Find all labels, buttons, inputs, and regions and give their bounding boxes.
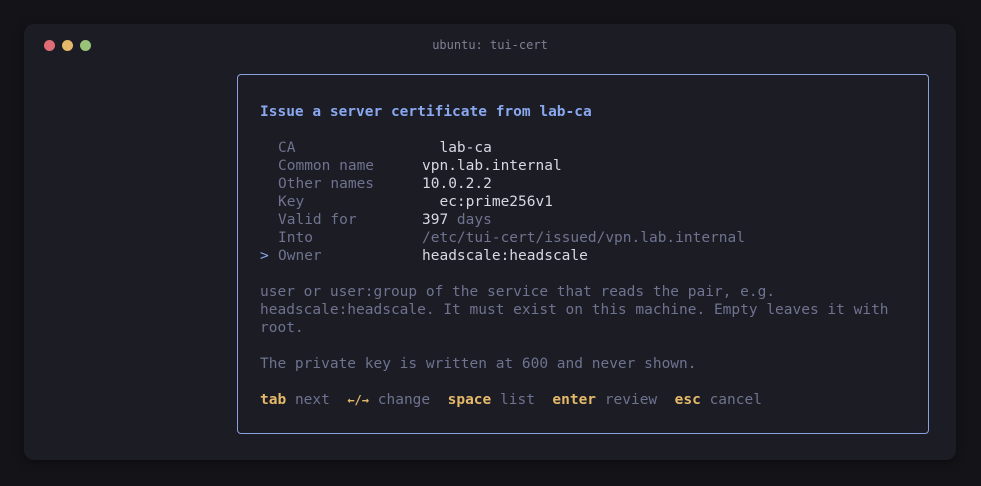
help-text-line: user or user:group of the service that r… <box>260 284 776 300</box>
field-label: Common name <box>278 158 375 174</box>
window-title: ubuntu: tui-cert <box>432 38 548 52</box>
help-text-line: root. <box>260 320 304 336</box>
field-label: Key <box>278 194 305 210</box>
field-owner[interactable]: > Owner headscale:headscale <box>260 247 588 265</box>
key-desc: change <box>377 392 431 408</box>
field-valid-for[interactable]: Valid for 397 days <box>260 211 492 229</box>
terminal-window: ubuntu: tui-cert Issue a server certific… <box>24 24 956 460</box>
key-space: space <box>447 392 492 408</box>
selection-cursor: > <box>260 248 278 264</box>
private-key-note: The private key is written at 600 and ne… <box>260 356 697 372</box>
key-arrows: ←/→ <box>347 393 370 407</box>
key-hints-bar: tab next ←/→ change space list enter rev… <box>260 391 762 409</box>
issue-certificate-dialog: Issue a server certificate from lab-ca C… <box>237 74 929 434</box>
help-text-line: headscale:headscale. It must exist on th… <box>260 302 889 318</box>
field-unit: days <box>448 212 492 228</box>
key-desc: list <box>500 392 535 408</box>
key-desc: next <box>294 392 330 408</box>
field-value: 397 <box>422 212 449 228</box>
field-label: Other names <box>278 176 375 192</box>
dialog-heading: Issue a server certificate from lab-ca <box>260 104 592 120</box>
field-common-name[interactable]: Common name vpn.lab.internal <box>260 157 562 175</box>
field-value: vpn.lab.internal <box>422 158 562 174</box>
key-desc: review <box>604 392 658 408</box>
field-label: Into <box>278 230 313 246</box>
key-desc: cancel <box>709 392 762 408</box>
field-label: CA <box>278 140 296 156</box>
field-label: Valid for <box>278 212 357 228</box>
key-tab: tab <box>260 392 287 408</box>
field-label: Owner <box>278 248 322 264</box>
field-value: lab-ca <box>422 140 492 156</box>
field-into[interactable]: Into/etc/tui-cert/issued/vpn.lab.interna… <box>260 229 745 247</box>
field-value: ec:prime256v1 <box>422 194 553 210</box>
field-key[interactable]: Key ec:prime256v1 <box>260 193 553 211</box>
key-esc: esc <box>674 392 701 408</box>
field-value: headscale:headscale <box>422 248 588 264</box>
field-value: 10.0.2.2 <box>422 176 492 192</box>
key-enter: enter <box>552 392 597 408</box>
field-ca[interactable]: CA lab-ca <box>260 139 492 157</box>
field-other-names[interactable]: Other names 10.0.2.2 <box>260 175 492 193</box>
field-value: /etc/tui-cert/issued/vpn.lab.internal <box>422 230 746 246</box>
